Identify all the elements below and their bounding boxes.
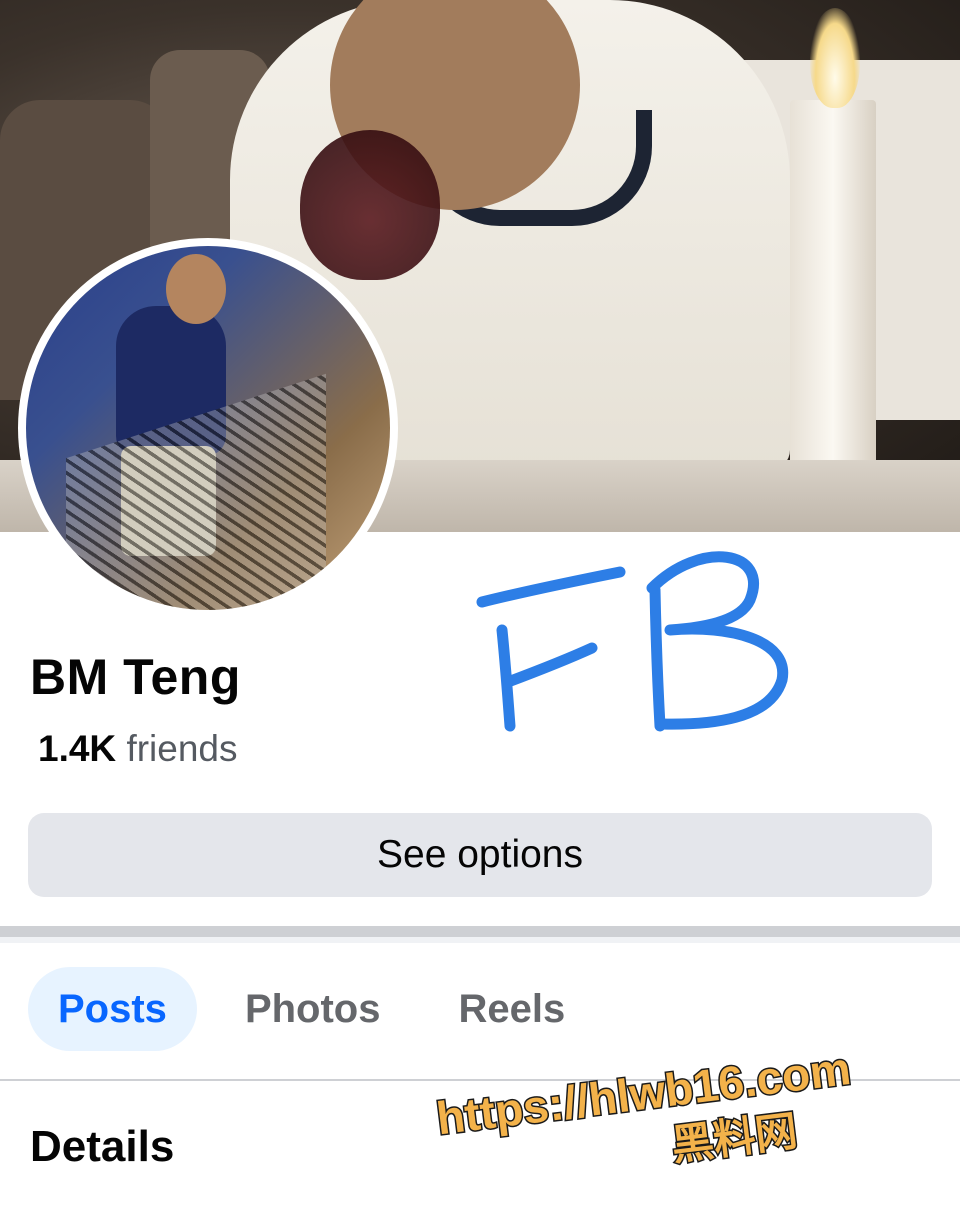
watermark: https://hlwb16.com 黑料网 <box>432 1041 855 1171</box>
friends-count-number: 1.4K <box>38 728 117 769</box>
tab-posts[interactable]: Posts <box>28 967 197 1051</box>
cover-wine-glass <box>300 130 440 280</box>
watermark-chinese: 黑料网 <box>669 1107 800 1169</box>
section-divider-shade <box>0 937 960 943</box>
avatar[interactable] <box>26 246 390 610</box>
profile-name: BM Teng <box>30 649 241 705</box>
cover-flame <box>810 8 860 108</box>
see-options-button[interactable]: See options <box>28 813 932 897</box>
avatar-person-head <box>166 254 226 324</box>
friends-count[interactable]: 1.4K friends <box>38 728 238 770</box>
details-heading: Details <box>30 1122 175 1171</box>
handwritten-fb-annotation <box>476 551 789 732</box>
tab-photos[interactable]: Photos <box>245 967 381 1051</box>
friends-count-label: friends <box>126 728 238 769</box>
